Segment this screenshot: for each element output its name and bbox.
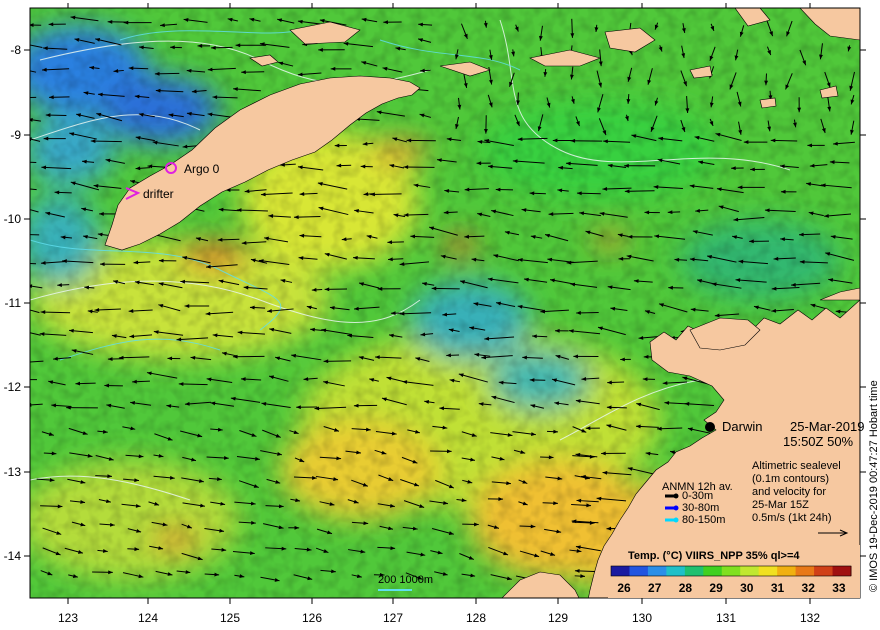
svg-text:30-80m: 30-80m	[682, 502, 719, 514]
drifter-label: drifter	[143, 187, 174, 201]
y-tick-label: -13	[4, 465, 22, 479]
altimetry-legend-line: Altimetric sealevel	[752, 460, 841, 472]
date-label: 25-Mar-2019	[790, 419, 864, 434]
colorbar: Temp. (°C) VIIRS_NPP 35% ql>=4 26 27 28 29 3…	[608, 545, 860, 598]
svg-text:80-150m: 80-150m	[682, 514, 725, 526]
y-tick-label: -14	[4, 549, 22, 563]
svg-text:0-30m: 0-30m	[682, 490, 713, 502]
colorbar-tick-label: 33	[832, 581, 846, 595]
colorbar-tick-label: 26	[617, 581, 631, 595]
y-tick-label: -12	[4, 380, 22, 394]
x-tick-label: 123	[58, 611, 78, 625]
colorbar-tick-label: 28	[679, 581, 693, 595]
altimetry-legend-line: and velocity for	[752, 486, 826, 498]
colorbar-tick-label: 29	[709, 581, 723, 595]
x-tick-label: 125	[220, 611, 240, 625]
x-tick-label: 131	[716, 611, 736, 625]
altimetry-legend-line: (0.1m contours)	[752, 473, 829, 485]
altimetry-legend-line: 0.5m/s (1kt 24h)	[752, 512, 831, 524]
credit-text: © IMOS 19-Dec-2019 00:47:27 Hobart time	[868, 380, 880, 592]
colorbar-tick-label: 32	[802, 581, 816, 595]
y-tick-label: -11	[5, 296, 22, 310]
x-tick-label: 129	[548, 611, 568, 625]
sst-map: 123 124 125 126 127 128 129 130 131 132 -8 -9 -10 -1…	[4, 3, 880, 625]
city-label: Darwin	[722, 419, 762, 434]
y-tick-label: -8	[10, 43, 21, 57]
x-tick-label: 124	[138, 611, 158, 625]
x-tick-label: 132	[800, 611, 820, 625]
time-label: 15:50Z 50%	[783, 434, 854, 449]
x-tick-label: 130	[632, 611, 652, 625]
y-tick-label: -10	[4, 212, 22, 226]
sst-field	[30, 8, 860, 598]
x-tick-label: 126	[302, 611, 322, 625]
altimetry-legend-line: 25-Mar 15Z	[752, 499, 809, 511]
x-tick-label: 128	[466, 611, 486, 625]
colorbar-tick-label: 30	[740, 581, 754, 595]
x-tick-label: 127	[383, 611, 403, 625]
colorbar-title: Temp. (°C) VIIRS_NPP 35% ql>=4	[628, 550, 800, 562]
argo-label: Argo 0	[184, 162, 220, 176]
depth-scale-label: 200 1000m	[378, 574, 433, 586]
y-tick-label: -9	[10, 128, 21, 142]
colorbar-tick-label: 31	[771, 581, 785, 595]
colorbar-tick-label: 27	[648, 581, 662, 595]
darwin-marker	[705, 422, 715, 432]
